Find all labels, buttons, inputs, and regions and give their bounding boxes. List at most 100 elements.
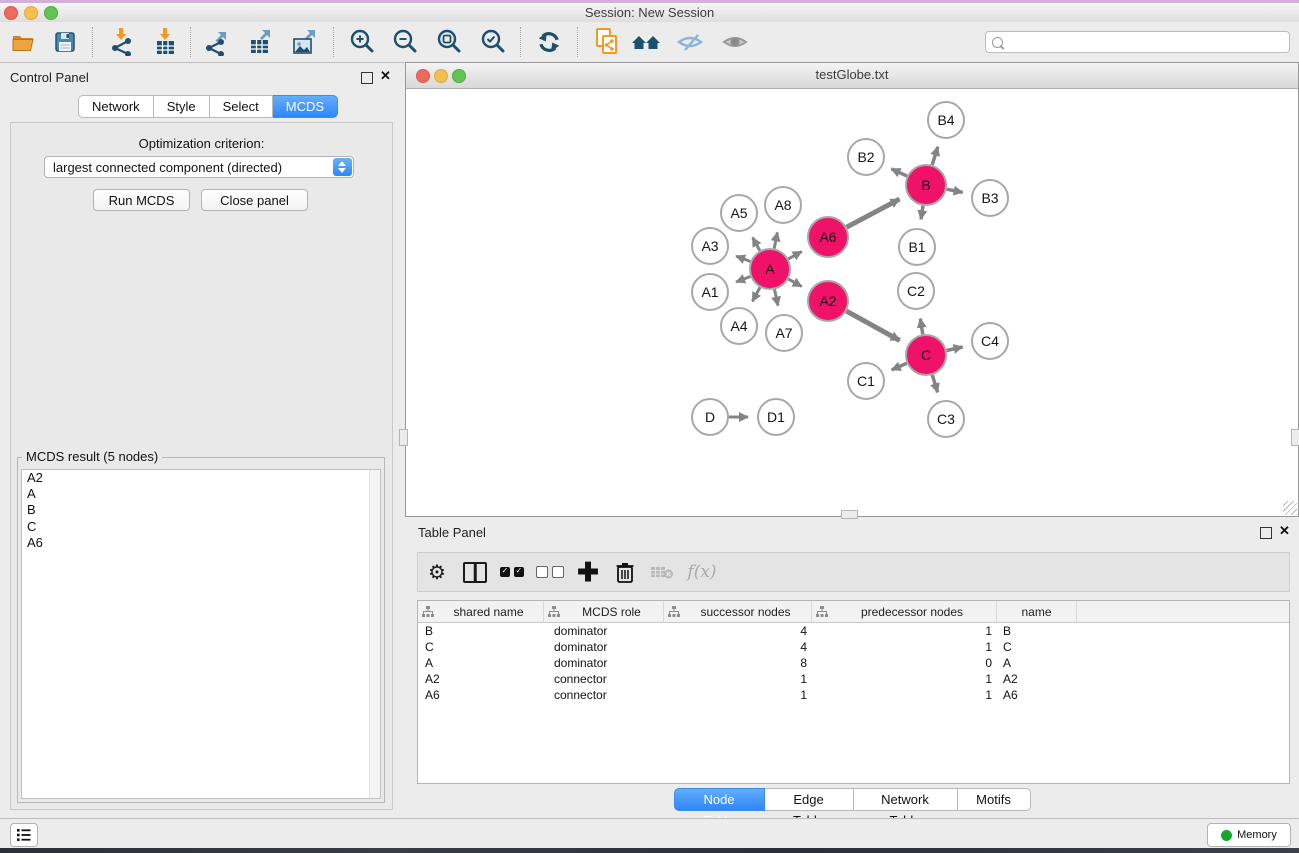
column-header[interactable]: MCDS role — [544, 601, 664, 622]
graph-edge[interactable] — [752, 287, 760, 301]
table-cell[interactable]: connector — [544, 671, 664, 687]
mcds-result-item[interactable]: C — [22, 519, 380, 535]
float-table-panel-icon[interactable] — [1260, 527, 1272, 539]
close-table-panel-icon[interactable]: ✕ — [1279, 523, 1290, 539]
criterion-dropdown[interactable]: largest connected component (directed) — [44, 156, 354, 178]
zoom-selected-icon[interactable] — [476, 26, 510, 58]
graph-edge[interactable] — [932, 375, 937, 392]
column-header[interactable]: successor nodes — [664, 601, 812, 622]
show-column-icon[interactable] — [460, 553, 490, 591]
mcds-result-item[interactable]: A — [22, 486, 380, 502]
task-history-button[interactable] — [10, 823, 38, 847]
run-mcds-button[interactable]: Run MCDS — [93, 189, 190, 211]
tab-edge-table[interactable]: Edge Table — [765, 788, 854, 811]
duplicate-network-icon[interactable] — [590, 26, 624, 58]
refresh-icon[interactable] — [532, 26, 566, 58]
table-cell[interactable]: dominator — [544, 623, 664, 639]
table-row[interactable]: Bdominator41B — [418, 623, 1289, 639]
table-cell[interactable]: A2 — [997, 671, 1077, 687]
table-settings-icon[interactable]: ⚙ — [423, 553, 451, 591]
frame-resize-notch[interactable] — [399, 429, 408, 446]
table-row[interactable]: A2connector11A2 — [418, 671, 1289, 687]
column-header[interactable]: shared name — [418, 601, 544, 622]
graph-edge[interactable] — [788, 279, 801, 286]
table-row[interactable]: Cdominator41C — [418, 639, 1289, 655]
table-cell[interactable]: A2 — [418, 671, 544, 687]
table-cell[interactable]: 1 — [812, 639, 997, 655]
export-table-icon[interactable] — [244, 26, 278, 58]
table-cell[interactable]: 0 — [812, 655, 997, 671]
hide-panel-eye-icon[interactable] — [674, 26, 708, 58]
graph-edge[interactable] — [774, 232, 777, 248]
table-cell[interactable]: C — [418, 639, 544, 655]
column-header[interactable]: predecessor nodes — [812, 601, 997, 622]
table-cell[interactable]: A6 — [418, 687, 544, 703]
tab-style[interactable]: Style — [154, 95, 210, 118]
table-cell[interactable]: 4 — [664, 623, 812, 639]
tab-select[interactable]: Select — [210, 95, 273, 118]
graph-edge[interactable] — [753, 238, 760, 251]
network-window-titlebar[interactable]: testGlobe.txt — [406, 63, 1298, 89]
delete-column-icon[interactable] — [611, 553, 639, 591]
save-session-icon[interactable] — [48, 26, 82, 58]
import-table-icon[interactable] — [148, 26, 182, 58]
table-cell[interactable]: 1 — [812, 687, 997, 703]
graph-edge[interactable] — [788, 252, 801, 259]
tab-network-table[interactable]: Network Table — [854, 788, 958, 811]
table-cell[interactable]: 1 — [664, 671, 812, 687]
table-cell[interactable]: 8 — [664, 655, 812, 671]
graph-edge[interactable] — [736, 256, 750, 262]
table-cell[interactable]: connector — [544, 687, 664, 703]
show-panel-eye-icon[interactable] — [719, 26, 753, 58]
network-canvas[interactable]: AA1A3A4A5A7A8A6A2BB1B2B3B4CC1C2C3C4DD1 — [406, 89, 1298, 516]
tab-node-table[interactable]: Node Table — [674, 788, 765, 811]
table-row[interactable]: A6connector11A6 — [418, 687, 1289, 703]
close-panel-button[interactable]: Close panel — [201, 189, 308, 211]
search-input[interactable] — [985, 31, 1290, 53]
graph-edge[interactable] — [736, 277, 750, 283]
export-image-icon[interactable] — [288, 26, 322, 58]
table-cell[interactable]: dominator — [544, 639, 664, 655]
list-scrollbar[interactable] — [369, 470, 380, 798]
graph-edge[interactable] — [947, 347, 963, 351]
table-cell[interactable]: 1 — [812, 671, 997, 687]
graph-edge[interactable] — [947, 189, 963, 192]
table-cell[interactable]: dominator — [544, 655, 664, 671]
column-header[interactable]: name — [997, 601, 1077, 622]
zoom-in-icon[interactable] — [345, 26, 379, 58]
table-row[interactable]: Adominator80A — [418, 655, 1289, 671]
tab-motifs[interactable]: Motifs — [958, 788, 1031, 811]
home-layout-icon[interactable] — [630, 26, 664, 58]
float-panel-icon[interactable] — [361, 72, 373, 84]
memory-button[interactable]: Memory — [1207, 823, 1291, 847]
mcds-result-item[interactable]: A6 — [22, 535, 380, 551]
table-cell[interactable]: 4 — [664, 639, 812, 655]
zoom-fit-icon[interactable] — [432, 26, 466, 58]
graph-edge[interactable] — [891, 169, 907, 176]
deselect-all-icon[interactable] — [534, 553, 566, 591]
export-network-icon[interactable] — [200, 26, 234, 58]
graph-edge[interactable] — [932, 147, 938, 165]
graph-edge[interactable] — [846, 311, 899, 340]
graph-edge[interactable] — [775, 290, 779, 306]
table-cell[interactable]: A — [997, 655, 1077, 671]
table-cell[interactable]: A6 — [997, 687, 1077, 703]
graph-edge[interactable] — [847, 199, 900, 227]
graph-edge[interactable] — [921, 206, 923, 220]
table-cell[interactable]: C — [997, 639, 1077, 655]
select-all-icon[interactable] — [496, 553, 528, 591]
zoom-out-icon[interactable] — [388, 26, 422, 58]
tab-network[interactable]: Network — [78, 95, 154, 118]
table-cell[interactable]: 1 — [664, 687, 812, 703]
graph-edge[interactable] — [892, 363, 907, 370]
mcds-result-item[interactable]: A2 — [22, 470, 380, 486]
add-column-icon[interactable]: ✚ — [574, 553, 602, 591]
window-resize-grip[interactable] — [1283, 501, 1297, 515]
open-folder-icon[interactable] — [6, 26, 40, 58]
frame-resize-notch[interactable] — [1291, 429, 1299, 446]
table-cell[interactable]: B — [418, 623, 544, 639]
frame-resize-notch[interactable] — [841, 510, 858, 519]
mcds-result-list[interactable]: A2ABCA6 — [21, 469, 381, 799]
import-network-icon[interactable] — [104, 26, 138, 58]
table-cell[interactable]: 1 — [812, 623, 997, 639]
